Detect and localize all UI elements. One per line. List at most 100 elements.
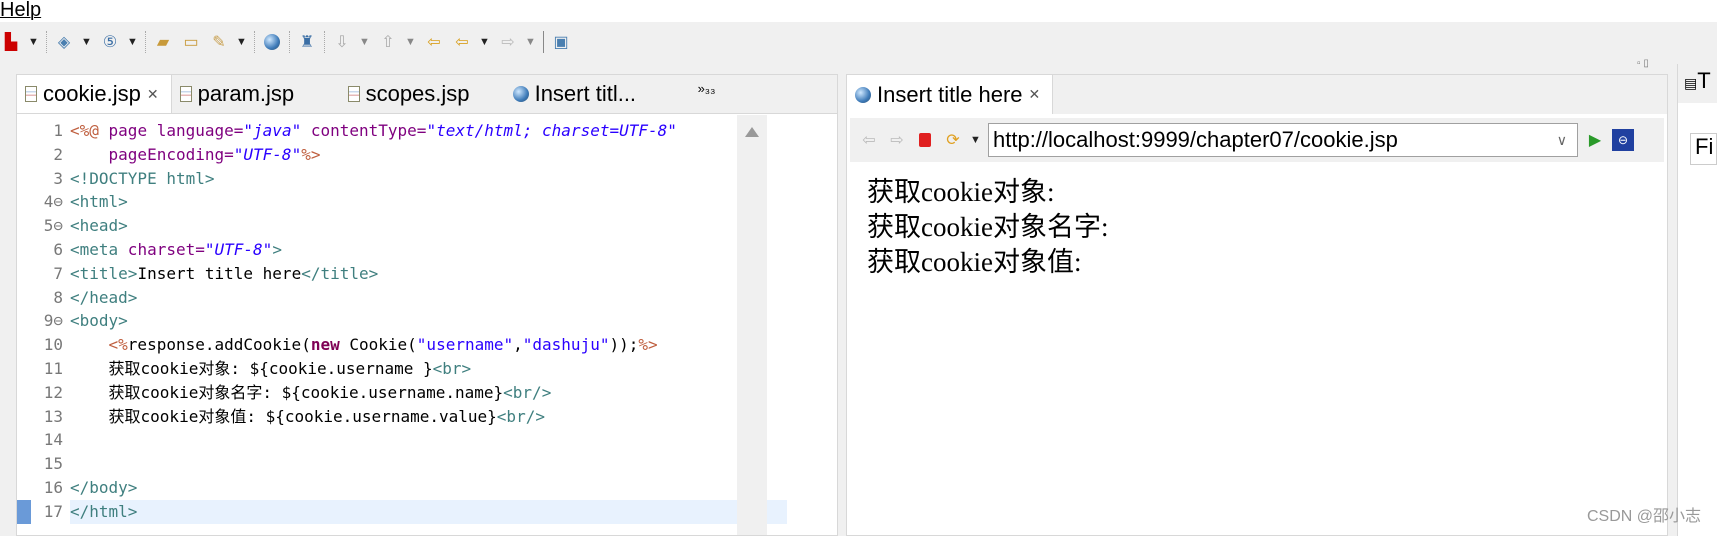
dropdown-icon[interactable]: ▼ (479, 36, 491, 48)
scroll-up-icon[interactable] (745, 127, 759, 137)
stop-icon[interactable] (914, 129, 936, 151)
url-input[interactable]: http://localhost:9999/chapter07/cookie.j… (988, 123, 1578, 157)
code-line: pageEncoding="UTF-8"%> (70, 143, 321, 167)
tab-insert-title[interactable]: Insert titl... (505, 75, 690, 113)
editor-panel: cookie.jsp ✕ param.jsp scopes.jsp Insert … (16, 74, 838, 536)
code-token: <%@ (70, 121, 99, 140)
open-type-icon[interactable]: ▰ (152, 31, 174, 53)
code-area[interactable]: 1 <%@ page language="java" contentType="t… (17, 115, 787, 535)
code-token: 获取cookie对象值: ${cookie.username.value} (70, 406, 497, 426)
forward-icon[interactable]: ⇨ (886, 129, 908, 151)
code-token: </title> (301, 263, 379, 283)
dropdown-icon[interactable]: ▼ (127, 36, 139, 48)
line-number: 7 (53, 263, 63, 283)
menubar: Help (0, 0, 1717, 22)
code-line: </html> (70, 499, 787, 524)
tab-cookie-jsp[interactable]: cookie.jsp ✕ (17, 75, 172, 113)
code-token: <!DOCTYPE html> (70, 168, 215, 188)
line-number: 5⊖ (43, 216, 63, 236)
code-line: <title>Insert title here</title> (70, 262, 378, 286)
code-token: new (310, 335, 340, 355)
separator (254, 31, 255, 53)
vertical-scrollbar[interactable] (737, 115, 767, 535)
tab-label: Insert title here (877, 81, 1023, 107)
code-line: 获取cookie对象: ${cookie.username }<br> (70, 357, 472, 381)
code-token: page (98, 121, 148, 140)
chevron-down-icon[interactable]: ∨ (1557, 132, 1577, 149)
code-token: contentType= (301, 121, 427, 140)
next-annotation-icon[interactable]: ⇩ (331, 31, 353, 53)
separator (289, 31, 290, 53)
forward-icon[interactable]: ⇨ (497, 31, 519, 53)
code-token: "UTF-8" (233, 144, 302, 164)
globe-icon[interactable] (261, 31, 283, 53)
new-server-icon[interactable]: ⑤ (99, 31, 121, 53)
line-number: 14 (43, 430, 63, 450)
code-token: "UTF-8" (204, 240, 273, 259)
back-icon[interactable]: ⇦ (858, 129, 880, 151)
code-token: <body> (70, 311, 128, 331)
dropdown-icon[interactable]: ▼ (236, 36, 248, 48)
code-token: charset= (118, 240, 205, 259)
code-token: </html> (70, 501, 138, 521)
refresh-icon[interactable]: ⟳ (942, 129, 964, 151)
line-number: 6 (53, 240, 63, 259)
dropdown-icon[interactable]: ▼ (525, 36, 537, 48)
dropdown-icon[interactable]: ▼ (970, 134, 982, 146)
open-external-icon[interactable]: ⊖ (1612, 129, 1634, 151)
more-tabs-button[interactable]: »₃₃ (690, 75, 728, 113)
line-number: 12 (43, 382, 63, 402)
tab-param-jsp[interactable]: param.jsp (172, 75, 340, 113)
menu-help[interactable]: Help (0, 0, 41, 21)
tab-label: cookie.jsp (43, 81, 141, 106)
dropdown-icon[interactable]: ▼ (405, 36, 417, 48)
line-number: 16 (43, 478, 63, 497)
code-line: <html> (70, 190, 128, 214)
jsp-file-icon (25, 86, 37, 102)
line-number: 3 (53, 168, 63, 188)
find-input[interactable]: Fi (1690, 133, 1717, 165)
maximize-view-icon[interactable]: ▣ (550, 31, 572, 53)
watermark: CSDN @邵小志 (1586, 508, 1701, 525)
close-icon[interactable]: ✕ (1029, 86, 1041, 103)
close-icon[interactable]: ✕ (147, 86, 159, 103)
tab-scopes-jsp[interactable]: scopes.jsp (340, 75, 505, 113)
main-toolbar: ▙ ▼ ◈ ▼ ⑤ ▼ ▰ ▭ ✎ ▼ ♜ ⇩ ▼ ⇧ ▼ ⇦ ⇦ ▼ ⇨ ▼ ▣ (0, 26, 1717, 58)
code-token: 获取cookie对象: ${cookie.username } (70, 359, 433, 378)
new-web-project-icon[interactable]: ◈ (53, 31, 75, 53)
server-icon[interactable]: ▙ (0, 31, 22, 53)
separator (46, 31, 47, 53)
code-token: Insert title here (137, 263, 302, 283)
prev-annotation-icon[interactable]: ⇧ (377, 31, 399, 53)
current-line-marker (17, 499, 31, 524)
globe-icon (855, 86, 871, 103)
code-token: Cookie( (339, 335, 417, 355)
code-token: <% (70, 335, 128, 355)
dropdown-icon[interactable]: ▼ (81, 36, 93, 48)
line-number: 2 (53, 144, 63, 164)
dropdown-icon[interactable]: ▼ (28, 36, 40, 48)
globe-icon (512, 86, 529, 102)
code-line: 获取cookie对象名字: ${cookie.username.name}<br… (70, 381, 552, 405)
run-icon[interactable]: ♜ (296, 31, 318, 53)
code-token: 获取cookie对象名字: ${cookie.username.name} (70, 382, 504, 402)
code-line: <%response.addCookie(new Cookie("usernam… (70, 333, 658, 357)
open-task-icon[interactable]: ▭ (180, 31, 202, 53)
go-icon[interactable]: ▶ (1584, 129, 1606, 151)
code-token: )); (609, 335, 639, 355)
code-line: <body> (70, 309, 128, 333)
tab-label: scopes.jsp (365, 81, 470, 106)
back-icon[interactable]: ⇦ (451, 31, 473, 53)
pen-icon[interactable]: ✎ (208, 31, 230, 53)
line-number: 13 (43, 406, 63, 426)
separator (543, 31, 544, 53)
minimize-maximize-icons[interactable]: ▫ ▯ (1637, 58, 1649, 69)
code-line: <%@ page language="java" contentType="te… (70, 119, 677, 143)
last-edit-icon[interactable]: ⇦ (423, 31, 445, 53)
jsp-file-icon (347, 86, 360, 102)
tab-insert-title-here[interactable]: Insert title here ✕ (847, 75, 1054, 114)
code-token: <meta (70, 240, 119, 259)
task-icon: ▤ (1684, 75, 1698, 91)
dropdown-icon[interactable]: ▼ (359, 36, 371, 48)
tab-label: param.jsp (197, 81, 295, 106)
